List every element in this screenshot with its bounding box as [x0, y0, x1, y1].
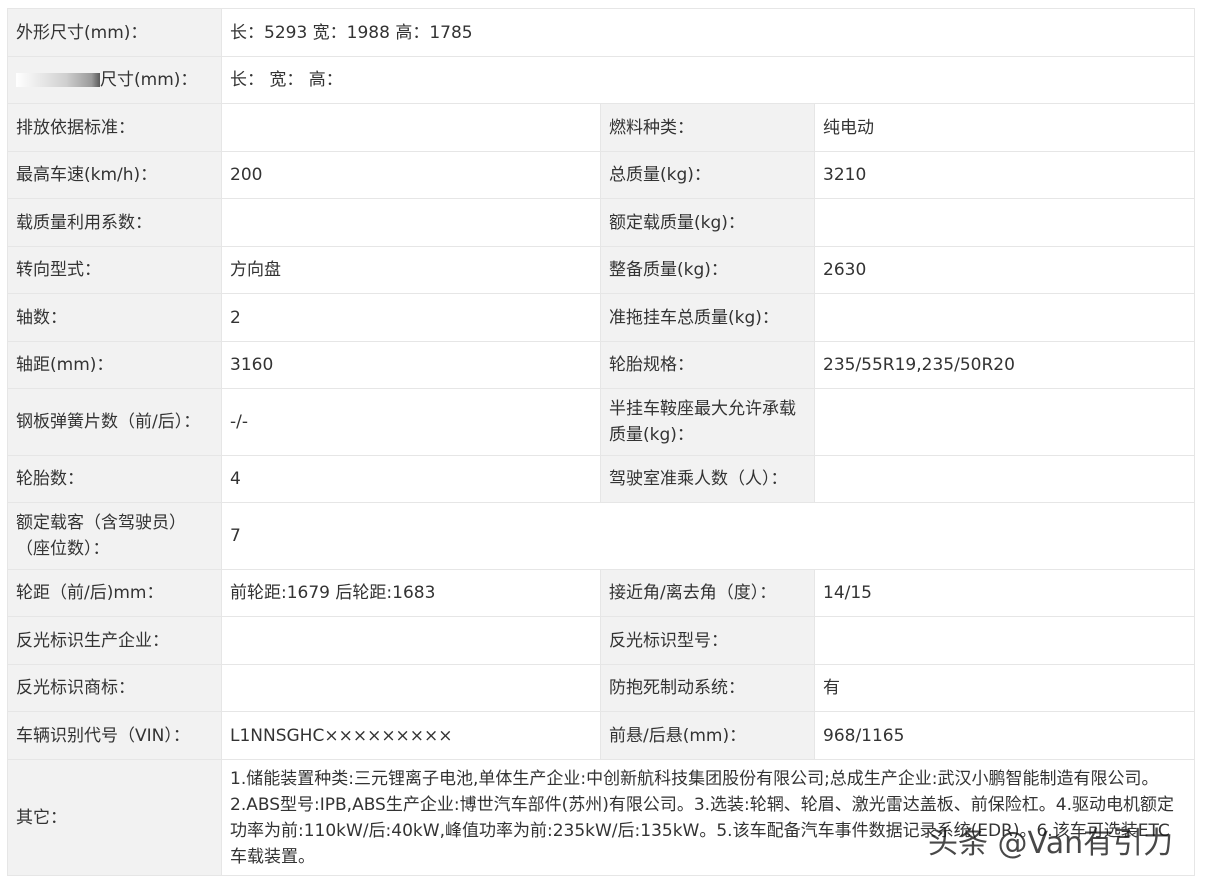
spec-row: 轮胎数： 4 驾驶室准乘人数（人）：: [7, 455, 1196, 503]
value-leaf-springs: -/-: [221, 388, 601, 456]
label-trailer-mass: 准拖挂车总质量(kg)：: [600, 293, 815, 342]
label-gross-mass: 总质量(kg)：: [600, 151, 815, 199]
label-reflector-maker: 反光标识生产企业：: [7, 616, 222, 665]
value-tire-spec: 235/55R19,235/50R20: [813, 341, 1196, 389]
spec-row: 轴数： 2 准拖挂车总质量(kg)：: [7, 293, 1196, 342]
spec-row: 轮距（前/后)mm： 前轮距:1679 后轮距:1683 接近角/离去角（度）：…: [7, 569, 1196, 617]
value-wheelbase: 3160: [221, 341, 601, 389]
label-other: 其它：: [7, 759, 222, 876]
label-rated-passengers-line1: 额定载客（含驾驶员）: [16, 513, 186, 533]
value-saddle-load: [813, 388, 1196, 456]
value-gross-mass: 3210: [813, 151, 1196, 199]
label-approach-departure-angle: 接近角/离去角（度）：: [600, 569, 815, 617]
value-track-width: 前轮距:1679 后轮距:1683: [221, 569, 601, 617]
label-cab-capacity: 驾驶室准乘人数（人）：: [600, 455, 815, 503]
value-abs: 有: [813, 664, 1196, 712]
value-trailer-mass: [813, 293, 1196, 342]
other-line-2: 2.ABS型号:IPB,ABS生产企业:博世汽车部件(苏州)有限公司。3.选装:…: [230, 794, 1175, 815]
value-max-speed: 200: [221, 151, 601, 199]
label-reflector-brand: 反光标识商标：: [7, 664, 222, 712]
value-steering-type: 方向盘: [221, 246, 601, 294]
spec-row: 反光标识生产企业： 反光标识型号：: [7, 616, 1196, 665]
watermark: 头条 @Van有引力: [928, 826, 1174, 861]
label-track-width: 轮距（前/后)mm：: [7, 569, 222, 617]
value-fuel-type: 纯电动: [813, 103, 1196, 152]
value-curb-mass: 2630: [813, 246, 1196, 294]
spec-row-outer-dimensions: 外形尺寸(mm)： 长：5293 宽：1988 高：1785: [7, 8, 1196, 57]
value-tire-count: 4: [221, 455, 601, 503]
value-emission-standard: [221, 103, 601, 152]
label-abs: 防抱死制动系统：: [600, 664, 815, 712]
label-rated-passengers: 额定载客（含驾驶员） （座位数）：: [7, 502, 222, 570]
label-vin: 车辆识别代号（VIN）：: [7, 711, 222, 760]
spec-row: 车辆识别代号（VIN）： L1NNSGHC××××××××× 前悬/后悬(mm)…: [7, 711, 1196, 760]
value-axle-count: 2: [221, 293, 601, 342]
value-load-utilization: [221, 198, 601, 247]
label-saddle-load-line1: 半挂车鞍座最大允许承载: [609, 399, 796, 419]
label-rated-passengers-line2: （座位数）：: [16, 539, 110, 559]
spec-row: 排放依据标准： 燃料种类： 纯电动: [7, 103, 1196, 152]
label-load-utilization: 载质量利用系数：: [7, 198, 222, 247]
spec-row: 转向型式： 方向盘 整备质量(kg)： 2630: [7, 246, 1196, 294]
spec-row: 载质量利用系数： 额定载质量(kg)：: [7, 198, 1196, 247]
value-approach-departure-angle: 14/15: [813, 569, 1196, 617]
label-wheelbase: 轴距(mm)：: [7, 341, 222, 389]
label-cargo-dimensions-text: 尺寸(mm)：: [100, 70, 198, 90]
value-rated-load: [813, 198, 1196, 247]
label-curb-mass: 整备质量(kg)：: [600, 246, 815, 294]
value-rated-passengers: 7: [220, 502, 1196, 570]
label-emission-standard: 排放依据标准：: [7, 103, 222, 152]
value-reflector-brand: [221, 664, 601, 712]
spec-row: 钢板弹簧片数（前/后）： -/- 半挂车鞍座最大允许承载 质量(kg)：: [7, 388, 1196, 456]
label-overhang: 前悬/后悬(mm)：: [600, 711, 815, 760]
label-axle-count: 轴数：: [7, 293, 222, 342]
value-reflector-model: [813, 616, 1196, 665]
label-saddle-load: 半挂车鞍座最大允许承载 质量(kg)：: [600, 388, 815, 456]
spec-row-cargo-dimensions: 尺寸(mm)： 长： 宽： 高：: [7, 56, 1196, 104]
label-leaf-springs: 钢板弹簧片数（前/后）：: [7, 388, 222, 456]
spec-row: 轴距(mm)： 3160 轮胎规格： 235/55R19,235/50R20: [7, 341, 1196, 389]
vehicle-spec-table: 外形尺寸(mm)： 长：5293 宽：1988 高：1785 尺寸(mm)： 长…: [7, 8, 1196, 876]
value-reflector-maker: [221, 616, 601, 665]
label-saddle-load-line2: 质量(kg)：: [609, 425, 694, 445]
redaction-blur: [16, 73, 100, 87]
value-outer-dimensions: 长：5293 宽：1988 高：1785: [220, 8, 1196, 57]
label-tire-count: 轮胎数：: [7, 455, 222, 503]
value-vin: L1NNSGHC×××××××××: [221, 711, 601, 760]
spec-row-seating: 额定载客（含驾驶员） （座位数）： 7: [7, 502, 1196, 570]
value-cab-capacity: [813, 455, 1196, 503]
label-steering-type: 转向型式：: [7, 246, 222, 294]
other-line-1: 1.储能装置种类:三元锂离子电池,单体生产企业:中创新航科技集团股份有限公司;总…: [230, 768, 1159, 789]
spec-row: 反光标识商标： 防抱死制动系统： 有: [7, 664, 1196, 712]
label-tire-spec: 轮胎规格：: [600, 341, 815, 389]
label-cargo-dimensions: 尺寸(mm)：: [7, 56, 222, 104]
label-reflector-model: 反光标识型号：: [600, 616, 815, 665]
label-rated-load: 额定载质量(kg)：: [600, 198, 815, 247]
value-cargo-dimensions: 长： 宽： 高：: [220, 56, 1196, 104]
label-outer-dimensions: 外形尺寸(mm)：: [7, 8, 222, 57]
spec-row: 最高车速(km/h)： 200 总质量(kg)： 3210: [7, 151, 1196, 199]
label-fuel-type: 燃料种类：: [600, 103, 815, 152]
value-overhang: 968/1165: [813, 711, 1196, 760]
label-max-speed: 最高车速(km/h)：: [7, 151, 222, 199]
